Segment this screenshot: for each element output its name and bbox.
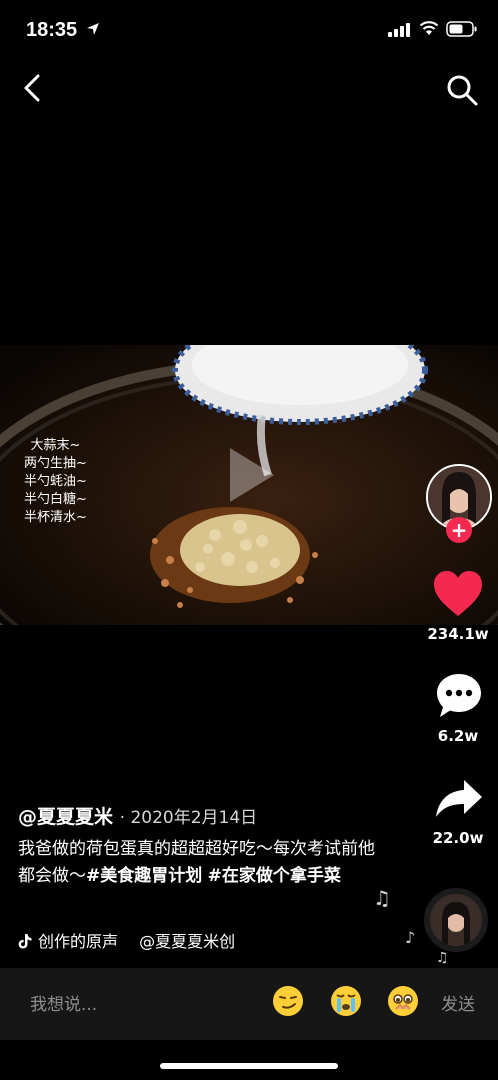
crying-emoji-icon[interactable] — [330, 985, 362, 1017]
hashtag[interactable]: #在家做个拿手菜 — [208, 866, 341, 886]
overlay-line: 半杯清水~ — [24, 510, 87, 525]
music-disc[interactable] — [424, 888, 488, 952]
smirk-emoji-icon[interactable] — [272, 985, 304, 1017]
search-button[interactable] — [444, 72, 480, 108]
home-indicator — [160, 1063, 338, 1069]
back-button[interactable] — [18, 70, 50, 106]
music-note-icon: ♪ — [405, 928, 416, 947]
overlay-line: 两勺生抽~ — [24, 456, 87, 471]
video-overlay-text: 大蒜末~ 两勺生抽~ 半勺蚝油~ 半勺白糖~ 半杯清水~ — [24, 437, 87, 527]
share-count: 22.0w — [432, 829, 484, 847]
tiktok-note-icon — [18, 934, 32, 949]
music-note-icon: ♫ — [436, 950, 449, 966]
comment-icon[interactable] — [434, 672, 484, 720]
post-date-separator: · — [119, 808, 131, 828]
overlay-line: 半勺蚝油~ — [24, 474, 87, 489]
send-button[interactable]: 发送 — [441, 990, 475, 1015]
like-count: 234.1w — [427, 625, 489, 643]
author-name[interactable]: @夏夏夏米 — [18, 806, 113, 828]
music-disc-cover — [430, 894, 482, 946]
status-time: 18:35 — [26, 19, 78, 41]
cellular-signal-icon — [388, 23, 410, 37]
like-heart-icon[interactable] — [432, 570, 484, 618]
wifi-icon — [419, 21, 439, 35]
play-icon[interactable] — [212, 440, 282, 510]
comment-input[interactable]: 我想说... — [30, 990, 97, 1015]
status-bar: 18:35 — [0, 0, 498, 60]
pleading-emoji-icon[interactable] — [387, 985, 419, 1017]
post-caption: 我爸做的荷包蛋真的超超超好吃～每次考试前他都会做～#美食趣胃计划 #在家做个拿手… — [18, 836, 383, 890]
music-title: 创作的原声 @夏夏夏米创 — [38, 932, 236, 951]
follow-button[interactable]: + — [446, 517, 472, 543]
share-arrow-icon[interactable] — [434, 778, 484, 820]
overlay-line: 大蒜末~ — [30, 438, 81, 453]
comment-count: 6.2w — [437, 727, 479, 745]
music-note-icon: ♫ — [373, 886, 391, 910]
location-arrow-icon — [87, 23, 99, 35]
author-line: @夏夏夏米 · 2020年2月14日 — [18, 802, 257, 829]
battery-icon — [446, 21, 477, 37]
hashtag[interactable]: #美食趣胃计划 — [86, 866, 202, 886]
post-date: 2020年2月14日 — [130, 808, 258, 828]
music-row[interactable]: 创作的原声 @夏夏夏米创 — [18, 928, 288, 952]
overlay-line: 半勺白糖~ — [24, 492, 87, 507]
